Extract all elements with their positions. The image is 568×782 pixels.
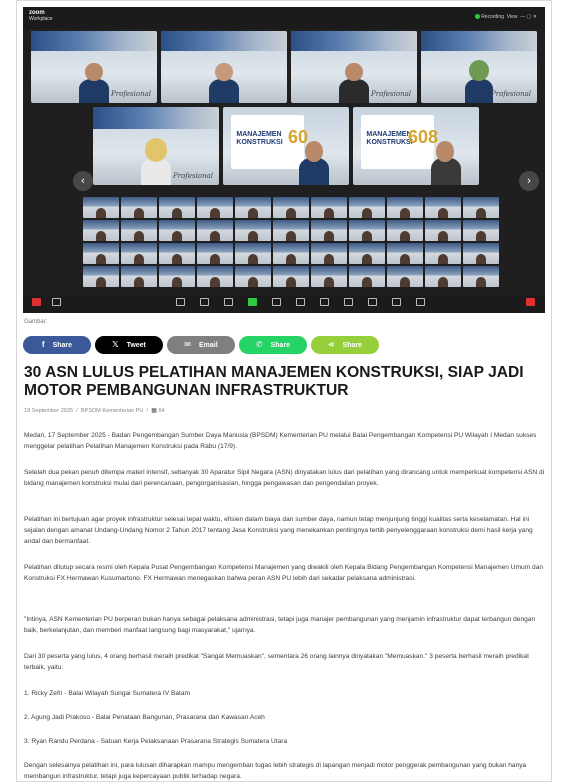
zoom-logo: zoom Workplace (29, 10, 53, 22)
leave-icon (523, 298, 537, 310)
article-paragraph: Pelatihan ditutup secara resmi oleh Kepa… (24, 564, 544, 582)
article-paragraph: "Intinya, ASN Kementerian PU berperan bu… (24, 616, 536, 634)
react-icon (221, 298, 235, 310)
video-tile: Profesional (291, 31, 417, 103)
video-tile: Profesional (421, 31, 537, 103)
x-logo-icon: 𝕏 (112, 340, 119, 349)
share-screen-icon (245, 298, 259, 310)
winner-list-item: 3. Ryan Randu Perdana - Satuan Kerja Pel… (24, 738, 288, 745)
meeting-screenshot: zoom Workplace Recording View — ▢ ✕ Profe… (23, 7, 545, 313)
article-title: 30 ASN LULUS PELATIHAN MANAJEMEN KONSTRU… (24, 364, 524, 399)
whatsapp-share-button[interactable]: ✆ Share (239, 336, 307, 354)
twitter-share-button[interactable]: 𝕏 Tweet (95, 336, 163, 354)
article-paragraph: Dengan selesainya pelatihan ini, para lu… (24, 762, 527, 780)
email-share-button[interactable]: ✉ Email (167, 336, 235, 354)
breakout-rooms-icon (389, 298, 403, 310)
video-tile: MANAJEMEN KONSTRUKSI 608 (353, 107, 479, 185)
video-tile: Profesional (31, 31, 157, 103)
winner-list-item: 1. Ricky Zefri - Balai Wilayah Sungai Su… (24, 690, 191, 697)
winner-list-item: 2. Agung Jadi Prakoso - Balai Penataan B… (24, 714, 265, 721)
chat-icon (197, 298, 211, 310)
view-count: 64 (158, 408, 165, 414)
recording-dot-icon (474, 14, 480, 20)
article-author[interactable]: BPSDM Kementerian PU (81, 408, 144, 414)
video-camera-icon (49, 298, 63, 310)
article-meta: 18 September 2025 / BPSDM Kementerian PU… (24, 408, 165, 414)
record-icon (341, 298, 355, 310)
article-paragraph: Dari 30 peserta yang lulus, 4 orang berh… (24, 653, 529, 671)
article-page: zoom Workplace Recording View — ▢ ✕ Profe… (16, 0, 552, 782)
article-paragraph: Pelatihan ini bertujuan agar proyek infr… (24, 516, 533, 545)
apps-icon (317, 298, 331, 310)
zoom-toolbar (23, 295, 545, 313)
whiteboard-icon (365, 298, 379, 310)
zoom-titlebar: zoom Workplace Recording View — ▢ ✕ (23, 7, 545, 29)
participants-icon (173, 298, 187, 310)
microphone-icon (29, 298, 43, 310)
zoom-status: Recording View — ▢ ✕ (474, 14, 537, 20)
facebook-share-button[interactable]: f Share (23, 336, 91, 354)
envelope-icon: ✉ (184, 340, 191, 349)
video-tile: Profesional (93, 107, 219, 185)
whatsapp-icon: ✆ (255, 340, 263, 349)
article-date: 18 September 2025 (24, 408, 74, 414)
more-icon (413, 298, 427, 310)
video-tile: MANAJEMEN KONSTRUKSI 60 (223, 107, 349, 185)
sharethis-button[interactable]: ⋖ Share (311, 336, 379, 354)
views-icon: ▦ (151, 408, 157, 414)
previous-page-arrow-icon[interactable]: ‹ (73, 171, 93, 191)
next-page-arrow-icon[interactable]: › (519, 171, 539, 191)
facebook-icon: f (41, 340, 45, 349)
article-paragraph: Setelah dua pekan penuh ditempa materi i… (24, 469, 545, 487)
ai-companion-icon (293, 298, 307, 310)
article-paragraph: Medan, 17 September 2025 - Badan Pengemb… (24, 432, 537, 450)
image-caption: Gambar: (24, 319, 48, 325)
share-icon: ⋖ (327, 340, 335, 349)
video-tile (161, 31, 287, 103)
host-tools-icon (269, 298, 283, 310)
